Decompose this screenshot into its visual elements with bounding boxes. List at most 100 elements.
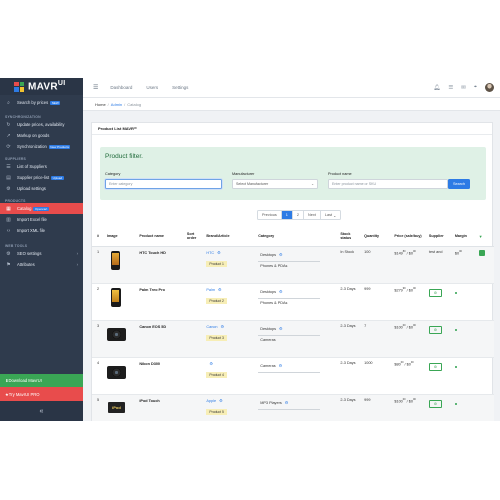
table-row[interactable]: 3 Canon EOS 5D Canon ⚙ Product 3 Desktops… <box>92 320 494 358</box>
nav-users[interactable]: Users <box>146 85 158 90</box>
table-row[interactable]: 1 HTC Touch HD HTC ⚙ Product 1 Desktops ⚙ … <box>92 246 494 284</box>
gear-icon[interactable]: ⚙ <box>279 252 283 257</box>
quantity[interactable]: 100 <box>362 246 393 284</box>
category-item[interactable]: Desktops ⚙ <box>258 250 321 262</box>
table-row[interactable]: 5 iPod iPod Touch Apple ⚙ Product 5 MP3 P… <box>92 394 494 421</box>
bell-icon[interactable]: 🔔︎ <box>433 85 440 91</box>
price-cell[interactable]: $10000 / $000 <box>392 394 427 421</box>
search-button[interactable]: Search <box>448 179 470 189</box>
product-image[interactable] <box>104 283 138 321</box>
breadcrumb-home[interactable]: Home <box>95 102 106 107</box>
sidebar-item-list-suppliers[interactable]: ☰ List of Suppliers <box>0 161 83 172</box>
gear-icon[interactable]: ⚙ <box>285 400 289 405</box>
pagination-page-2[interactable]: 2 <box>293 211 305 219</box>
price-cell[interactable]: $10000 / $000 <box>392 320 427 358</box>
select-checkbox[interactable] <box>478 249 485 256</box>
sidebar-item-update-prices[interactable]: ↻ Update prices, availability <box>0 119 83 130</box>
sidebar-item-search-by-prices[interactable]: ⌕ Search by prices NEW <box>0 95 83 110</box>
product-name[interactable]: HTC Touch HD <box>137 246 185 284</box>
pagination-last[interactable]: Last ⌄ <box>321 211 340 219</box>
col-brand[interactable]: Brand/Article <box>204 227 257 247</box>
brand-link[interactable]: Palm <box>206 288 215 292</box>
category-item[interactable]: Cameras ⚙ <box>258 361 321 373</box>
assign-supplier-button[interactable]: ⚙ <box>428 362 443 371</box>
quantity[interactable]: 1000 <box>362 357 393 395</box>
brand[interactable]: MAVRUI <box>0 78 83 95</box>
download-button[interactable]: ⬇ Download MavrUI <box>0 374 83 387</box>
collapse-sidebar-button[interactable]: « <box>0 401 83 421</box>
try-pro-button[interactable]: ★ Try MavrUI PRO <box>0 387 83 401</box>
gear-icon[interactable]: ⚙ <box>221 324 225 329</box>
product-name[interactable]: iPod Touch <box>137 394 185 421</box>
pagination-previous[interactable]: Previous <box>258 211 282 219</box>
brand-link[interactable]: HTC <box>206 251 214 255</box>
brand-link[interactable]: Apple <box>206 399 216 403</box>
breadcrumb-admin[interactable]: Admin <box>111 102 122 107</box>
table-row[interactable]: 4 Nikon D300 ⚙ Product 4 Cameras ⚙ 2-3 Da… <box>92 357 494 395</box>
pin-icon[interactable]: ⌖ <box>474 84 477 91</box>
sidebar-item-attributes[interactable]: ⚑ Attributes › <box>0 259 83 270</box>
gear-icon[interactable]: ⚙ <box>218 287 222 292</box>
brand-link[interactable]: Canon <box>206 325 217 329</box>
sidebar-item-upload-settings[interactable]: ⚙ Upload settings <box>0 183 83 194</box>
product-image[interactable]: iPod <box>104 394 138 421</box>
product-image[interactable] <box>104 357 138 395</box>
gear-icon[interactable]: ⚙ <box>279 363 283 368</box>
product-name-input[interactable]: Enter product name or SKU <box>328 179 448 189</box>
sidebar-item-supplier-pricelist[interactable]: ▤ Supplier price-list Upload <box>0 172 83 183</box>
product-name[interactable]: Nikon D300 <box>137 357 185 395</box>
quantity[interactable]: 999 <box>362 394 393 421</box>
quantity[interactable]: 7 <box>362 320 393 358</box>
product-image[interactable] <box>104 320 138 358</box>
quantity[interactable]: 999 <box>362 283 393 321</box>
category-item[interactable]: MP3 Players ⚙ <box>258 398 321 410</box>
manufacturer-select[interactable]: Select Manufacturer ⌄ <box>232 179 318 189</box>
price-cell[interactable]: $27999 / $000 <box>392 283 427 321</box>
col-margin[interactable]: Margin <box>452 227 477 247</box>
hamburger-menu-icon[interactable]: ☰ <box>93 84 98 91</box>
price-cell[interactable]: $14980 / $000 <box>392 246 427 284</box>
col-category[interactable]: Category <box>256 227 339 247</box>
category-item[interactable]: Desktops ⚙ <box>258 324 321 336</box>
col-name[interactable]: Product name <box>137 227 185 247</box>
sidebar-item-import-excel[interactable]: ▥ Import Excel file <box>0 214 83 225</box>
pagination-page-1[interactable]: 1 <box>281 211 293 219</box>
category-input[interactable]: Enter category <box>105 179 222 189</box>
assign-supplier-button[interactable]: ⚙ <box>428 288 443 297</box>
col-num[interactable]: # <box>92 227 105 247</box>
nav-dashboard[interactable]: Dashboard <box>110 85 132 90</box>
col-filter[interactable]: ▼ <box>476 227 494 247</box>
category-item[interactable]: Phones & PDAs <box>258 301 336 305</box>
product-image[interactable] <box>104 246 138 284</box>
sidebar-item-markup[interactable]: ↗ Markup on goods <box>0 130 83 141</box>
category-item[interactable]: Desktops ⚙ <box>258 287 321 299</box>
col-stock[interactable]: Stock status <box>338 227 363 247</box>
sidebar-item-synchronization[interactable]: ⟳ Synchronization New Products <box>0 141 83 152</box>
category-item[interactable]: Cameras <box>258 338 336 342</box>
product-name[interactable]: Palm Treo Pro <box>137 283 185 321</box>
price-cell[interactable]: $8000 / $000 <box>392 357 427 395</box>
gear-icon[interactable]: ⚙ <box>219 398 223 403</box>
list-icon[interactable]: ☰ <box>448 85 453 91</box>
col-sort[interactable]: Sort order <box>184 227 205 247</box>
sidebar-item-import-xml[interactable]: ‹› Import XML file <box>0 225 83 236</box>
table-row[interactable]: 2 Palm Treo Pro Palm ⚙ Product 2 Desktops… <box>92 283 494 321</box>
category-item[interactable]: Phones & PDAs <box>258 264 336 268</box>
pagination-next[interactable]: Next <box>304 211 321 219</box>
gear-icon[interactable]: ⚙ <box>209 361 213 366</box>
assign-supplier-button[interactable]: ⚙ <box>428 325 443 334</box>
product-name[interactable]: Canon EOS 5D <box>137 320 185 358</box>
row-action[interactable] <box>476 246 494 284</box>
gear-icon[interactable]: ⚙ <box>217 250 221 255</box>
gear-icon[interactable]: ⚙ <box>279 326 283 331</box>
col-quantity[interactable]: Quantity <box>362 227 393 247</box>
mail-icon[interactable]: ✉ <box>461 85 466 91</box>
col-price[interactable]: Price (sale/buy) <box>392 227 427 247</box>
sidebar-item-seo-settings[interactable]: ⚙ SEO settings › <box>0 248 83 259</box>
avatar[interactable] <box>485 83 494 92</box>
assign-supplier-button[interactable]: ⚙ <box>428 399 443 408</box>
sidebar-item-catalog[interactable]: ▦ Catalog Opencart <box>0 203 83 214</box>
gear-icon[interactable]: ⚙ <box>279 289 283 294</box>
nav-settings[interactable]: Settings <box>172 85 188 90</box>
col-supplier[interactable]: Supplier <box>426 227 453 247</box>
